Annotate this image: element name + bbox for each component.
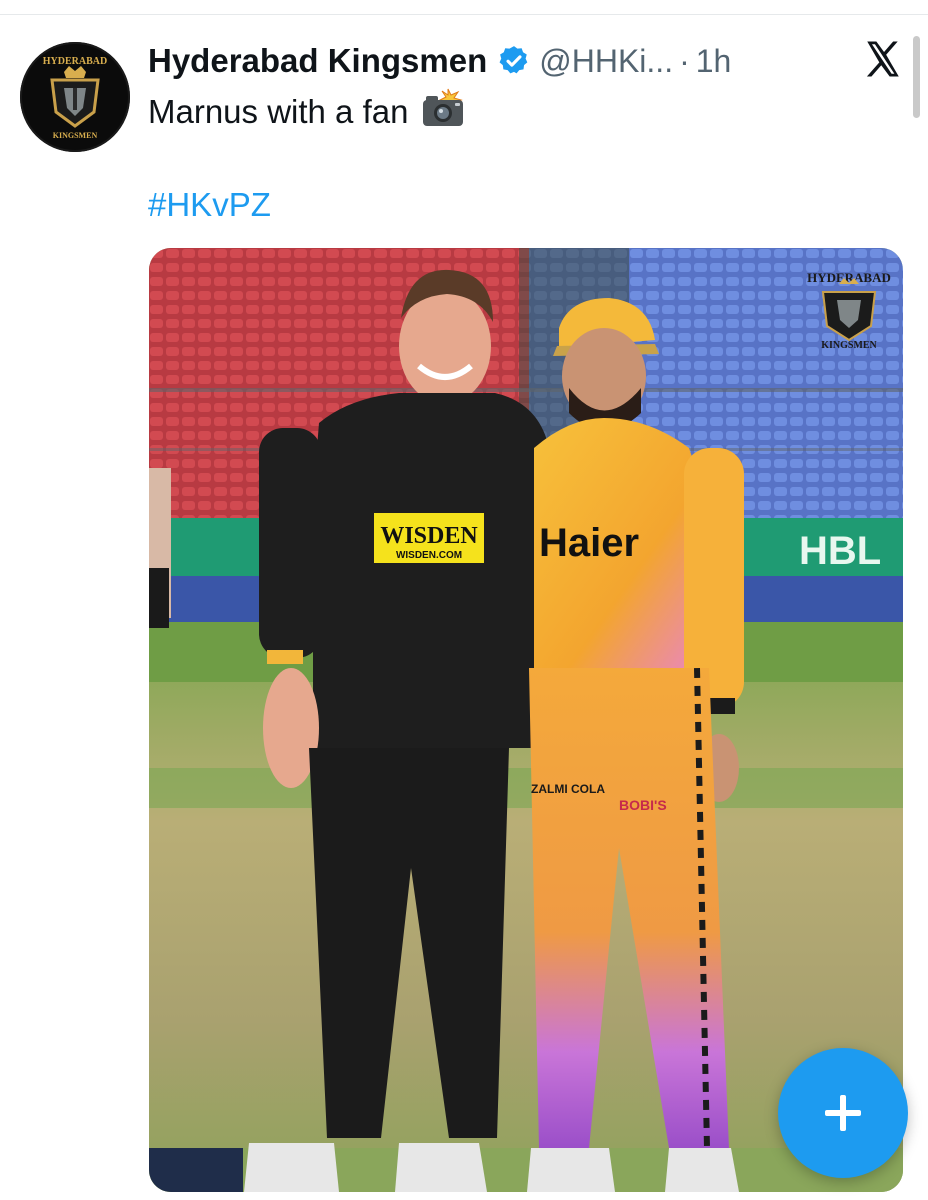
compose-fab-button[interactable] bbox=[778, 1048, 908, 1178]
tweet-photo[interactable]: HBL HYDERABAD KINGSMEN WISDEN WISDEN.COM… bbox=[149, 248, 903, 1192]
scrollbar[interactable] bbox=[913, 36, 920, 118]
pant-logo-2: BOBI'S bbox=[619, 797, 667, 813]
tweet-header: Hyderabad Kingsmen @HHKi... · 1h bbox=[148, 38, 778, 84]
avatar[interactable]: HYDERABAD KINGSMEN bbox=[20, 42, 130, 152]
pant-logo-1: ZALMI COLA bbox=[531, 782, 605, 796]
tweet-text-row: Marnus with a fan bbox=[148, 88, 468, 136]
verified-badge-icon bbox=[497, 44, 531, 78]
handle[interactable]: @HHKi... bbox=[539, 43, 673, 80]
plus-icon bbox=[825, 1095, 861, 1131]
watermark-top-text: HYDERABAD bbox=[807, 270, 891, 285]
board-text: HBL bbox=[799, 529, 881, 573]
avatar-top-text: HYDERABAD bbox=[43, 56, 107, 67]
tweet-text: Marnus with a fan bbox=[148, 93, 409, 130]
hashtag-link[interactable]: #HKvPZ bbox=[148, 186, 271, 224]
wisden-sponsor: WISDEN bbox=[380, 523, 478, 549]
x-logo-icon[interactable] bbox=[862, 38, 904, 80]
camera-flash-emoji-icon bbox=[420, 88, 468, 136]
wisden-sponsor-sub: WISDEN.COM bbox=[396, 550, 462, 561]
separator-dot: · bbox=[679, 42, 690, 79]
haier-sponsor: Haier bbox=[539, 521, 639, 565]
watermark-bottom-text: KINGSMEN bbox=[821, 340, 877, 351]
top-divider bbox=[0, 14, 928, 15]
avatar-bottom-text: KINGSMEN bbox=[53, 131, 98, 140]
timestamp[interactable]: 1h bbox=[696, 43, 732, 80]
kingsmen-logo-icon: HYDERABAD KINGSMEN bbox=[22, 44, 128, 150]
display-name[interactable]: Hyderabad Kingsmen bbox=[148, 42, 487, 80]
